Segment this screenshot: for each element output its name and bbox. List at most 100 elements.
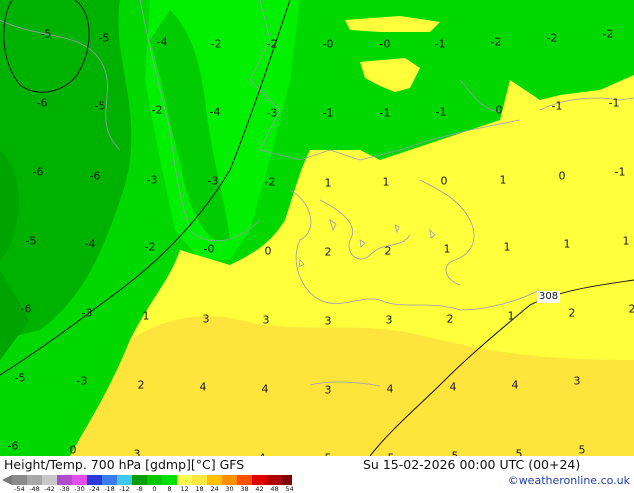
temp-label: 3 [325,385,332,396]
temp-label: -6 [21,304,32,315]
scale-tick-label: -24 [89,485,100,493]
scale-swatch [207,475,222,485]
scale-tick-label: -30 [74,485,85,493]
temp-label: -1 [380,108,391,119]
temp-label: -3 [208,176,219,187]
temp-label: 3 [263,315,270,326]
temp-label: -3 [82,308,93,319]
map-datetime: Su 15-02-2026 00:00 UTC (00+24) [363,457,580,472]
temp-label: -6 [33,167,44,178]
temp-label: -2 [265,177,276,188]
temp-label: -2 [491,37,502,48]
temp-label: -5 [15,373,26,384]
temp-label: 2 [569,308,576,319]
temp-label: -6 [37,98,48,109]
temp-label: 1 [504,242,511,253]
credit-link[interactable]: ©weatheronline.co.uk [508,474,630,487]
temp-label: 2 [138,380,145,391]
temp-label: 2 [325,247,332,258]
temp-label: 4 [387,384,394,395]
map-canvas: -5 -5 -4 -2 -2 -0 -0 -1 -2 -2 -2 -6 -5 -2 -4 -3 -1 -1 -1 0 -… [0,0,634,456]
scale-swatch [27,475,42,485]
temp-label: 0 [559,171,566,182]
temp-label: 0 [496,105,503,116]
temp-label: 3 [203,314,210,325]
temp-label: 5 [579,445,586,456]
temp-label: -1 [552,101,563,112]
temp-label: 1 [383,177,390,188]
temp-label: 4 [512,380,519,391]
scale-swatch [57,475,72,485]
temp-label: -1 [435,39,446,50]
temp-label: 2 [385,246,392,257]
temp-label: -3 [77,376,88,387]
temp-label: -1 [323,108,334,119]
temp-label: -1 [615,167,626,178]
scale-swatch [117,475,132,485]
temp-label: -2 [152,105,163,116]
temp-label: -3 [267,108,278,119]
temp-label: -0 [380,39,391,50]
temp-label: 1 [143,311,150,322]
temp-label: 4 [450,382,457,393]
temp-label: -6 [90,171,101,182]
temp-label: 3 [574,376,581,387]
temp-label: -2 [145,242,156,253]
map-footer: Height/Temp. 700 hPa [gdmp][°C] GFS Su 1… [0,456,634,490]
temp-label: -5 [41,29,52,40]
scale-swatch [102,475,117,485]
temp-label: -5 [26,236,37,247]
scale-tick-label: 54 [285,485,293,493]
scale-tick-label: -38 [59,485,70,493]
map-title: Height/Temp. 700 hPa [gdmp][°C] GFS [4,457,244,472]
temp-label: 1 [444,244,451,255]
scale-tick-label: 12 [180,485,188,493]
scale-swatch [192,475,207,485]
scale-tick-label: -42 [44,485,55,493]
temp-label: 0 [265,246,272,257]
scale-swatch [267,475,282,485]
temp-label: 1 [500,175,507,186]
temp-label: 0 [441,176,448,187]
scale-arrow-left [2,475,12,485]
scale-swatch [162,475,177,485]
temp-label: 1 [564,239,571,250]
scale-swatch [222,475,237,485]
scale-swatch [12,475,27,485]
temp-label: 2 [629,304,634,315]
temp-label: -0 [204,244,215,255]
scale-tick-label: 24 [210,485,218,493]
temp-label: 3 [134,449,141,457]
temp-label: -4 [85,239,96,250]
temp-label: 3 [386,315,393,326]
temp-label: -4 [157,37,168,48]
temp-label: 5 [516,449,523,457]
temp-label: -1 [609,98,620,109]
temp-label: -2 [547,33,558,44]
scale-tick-label: 30 [225,485,233,493]
scale-tick-label: -54 [14,485,25,493]
temp-label: 2 [447,314,454,325]
scale-tick-label: 48 [270,485,278,493]
temp-label: 0 [70,445,77,456]
scale-swatch [282,475,292,485]
scale-swatch [132,475,147,485]
temp-label: -2 [603,29,614,40]
scale-swatch [87,475,102,485]
temp-label: 1 [325,178,332,189]
temp-label: -6 [8,441,19,452]
temp-label: -2 [267,39,278,50]
temp-label: -5 [99,33,110,44]
temp-label: 1 [623,236,630,247]
scale-tick-label: 42 [255,485,263,493]
scale-swatch [237,475,252,485]
temp-label: 4 [262,384,269,395]
scale-swatch [72,475,87,485]
scale-swatch [42,475,57,485]
temp-label: 1 [508,311,515,322]
temp-label: -2 [211,39,222,50]
scale-tick-label: -12 [119,485,130,493]
scale-tick-label: 18 [195,485,203,493]
scale-swatch [177,475,192,485]
temp-label: -3 [147,175,158,186]
